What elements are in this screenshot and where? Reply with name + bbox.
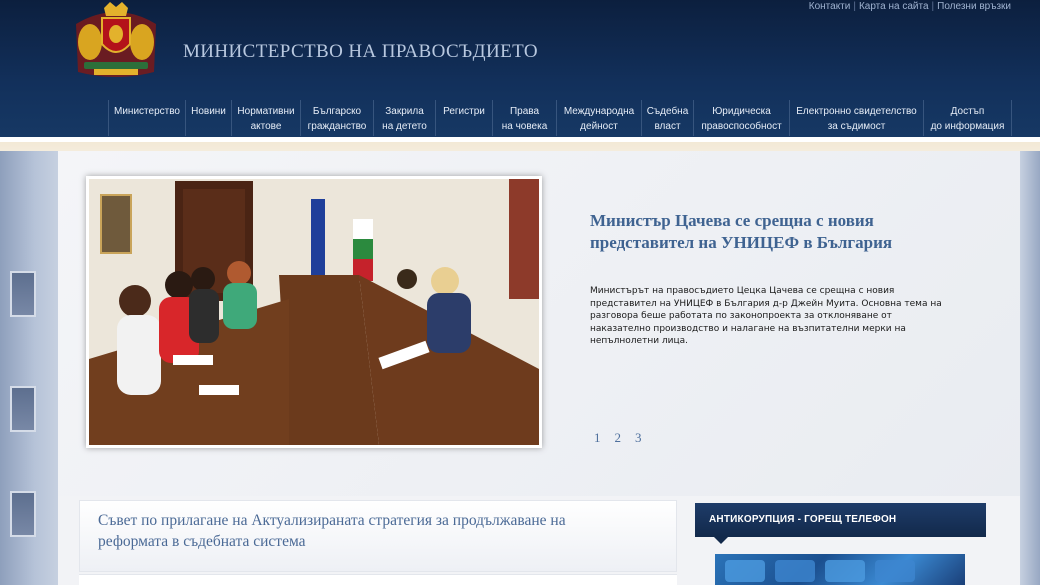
- nav-label: Права: [509, 106, 540, 117]
- nav-label: за съдимост: [827, 121, 886, 132]
- nav-label: актове: [250, 121, 282, 132]
- nav-access-to-info[interactable]: Достъп до информация: [924, 100, 1012, 136]
- nav-label: на детето: [382, 121, 427, 132]
- nav-ministry[interactable]: Министерство: [108, 100, 186, 136]
- building-window: [10, 271, 36, 317]
- background-building-right: [1020, 151, 1040, 585]
- nav-human-rights[interactable]: Права на човека: [493, 100, 557, 136]
- nav-international[interactable]: Международна дейност: [557, 100, 642, 136]
- nav-news[interactable]: Новини: [186, 100, 232, 136]
- anticorruption-hotline-header[interactable]: АНТИКОРУПЦИЯ - ГОРЕЩ ТЕЛЕФОН: [695, 503, 986, 537]
- site-title[interactable]: МИНИСТЕРСТВО НА ПРАВОСЪДИЕТО: [183, 41, 538, 63]
- nav-label: Електронно свидетелство: [796, 106, 917, 117]
- slide-text: Министърът на правосъдието Цецка Цачева …: [590, 286, 942, 346]
- news-list-row: [79, 574, 677, 585]
- nav-label: дейност: [580, 121, 618, 132]
- nav-citizenship[interactable]: Българско гражданство: [301, 100, 374, 136]
- nav-label: Достъп: [950, 106, 985, 117]
- header-edge: [0, 137, 1040, 151]
- nav-label: Международна: [563, 106, 635, 117]
- nav-legislation[interactable]: Нормативни актове: [232, 100, 301, 136]
- top-link-useful[interactable]: Полезни връзки: [934, 1, 1014, 12]
- nav-label: на човека: [501, 121, 548, 132]
- coat-of-arms-logo[interactable]: [66, 2, 166, 82]
- main-nav: Министерство Новини Нормативни актове Бъ…: [108, 100, 1012, 136]
- nav-label: гражданство: [307, 121, 367, 132]
- nav-label: Закрила: [385, 106, 424, 117]
- header-pointer: [714, 537, 728, 544]
- nav-label: Нормативни: [237, 106, 295, 117]
- slider-page-3[interactable]: 3: [635, 430, 642, 446]
- nav-label: Юридическа: [712, 106, 771, 117]
- nav-label: Съдебна: [646, 106, 689, 117]
- slide-photo[interactable]: [86, 176, 542, 448]
- building-window: [10, 491, 36, 537]
- slide-title[interactable]: Министър Цачева се срещна с новия предст…: [590, 210, 950, 254]
- background-building-left: [0, 151, 58, 585]
- hotline-banner-image[interactable]: [715, 554, 965, 585]
- nav-label: Регистри: [443, 106, 485, 117]
- featured-news-title[interactable]: Съвет по прилагане на Актуализираната ст…: [98, 510, 618, 552]
- top-link-contacts[interactable]: Контакти: [806, 1, 854, 12]
- nav-legal-capacity[interactable]: Юридическа правоспособност: [694, 100, 790, 136]
- nav-criminal-record[interactable]: Електронно свидетелство за съдимост: [790, 100, 924, 136]
- building-window: [10, 386, 36, 432]
- nav-child-protection[interactable]: Закрила на детето: [374, 100, 436, 136]
- news-slider: Министър Цачева се срещна с новия предст…: [58, 151, 1020, 496]
- nav-label: правоспособност: [701, 121, 782, 132]
- slider-pager: 1 2 3: [594, 430, 642, 446]
- top-links: Контакти | Карта на сайта | Полезни връз…: [806, 0, 1014, 12]
- nav-label: власт: [654, 121, 681, 132]
- nav-label: Българско: [312, 106, 362, 117]
- top-link-sitemap[interactable]: Карта на сайта: [856, 1, 932, 12]
- nav-label: до информация: [930, 121, 1005, 132]
- slider-page-1[interactable]: 1: [594, 430, 601, 446]
- nav-label: Министерство: [114, 106, 180, 117]
- nav-judiciary[interactable]: Съдебна власт: [642, 100, 694, 136]
- nav-label: Новини: [191, 106, 226, 117]
- slider-page-2[interactable]: 2: [615, 430, 622, 446]
- nav-registers[interactable]: Регистри: [436, 100, 493, 136]
